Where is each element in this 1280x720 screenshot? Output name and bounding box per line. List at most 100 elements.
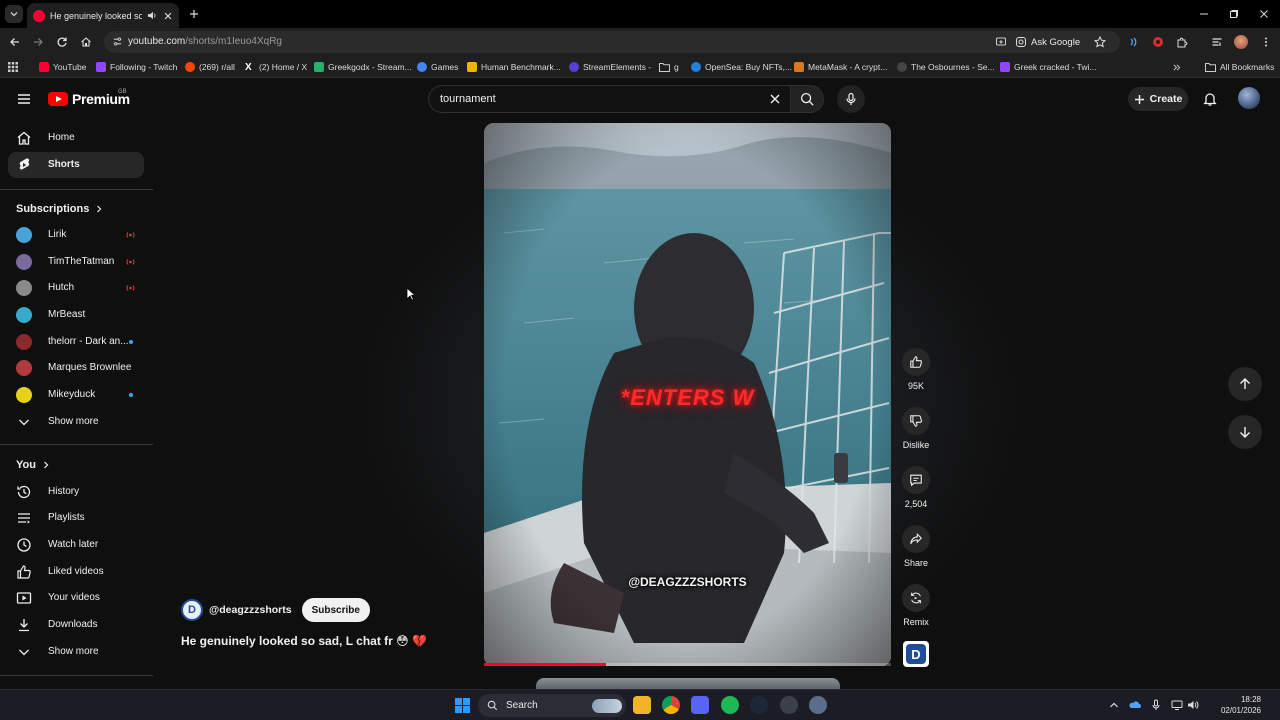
notifications-bell-icon[interactable] [1202, 91, 1218, 107]
subscription-item[interactable]: TimTheTatman [8, 249, 144, 275]
chrome-icon[interactable] [662, 696, 680, 714]
account-avatar[interactable] [1238, 87, 1260, 109]
subscription-item[interactable]: MrBeast [8, 302, 144, 328]
network-icon[interactable] [1171, 699, 1183, 711]
volume-icon[interactable] [1187, 699, 1199, 711]
channel-avatar[interactable]: D [181, 599, 203, 621]
bookmark-label: Greekgodx - Stream... [328, 62, 412, 72]
app-icon[interactable] [780, 696, 798, 714]
back-button[interactable] [7, 34, 23, 50]
discord-icon[interactable] [691, 696, 709, 714]
reload-icon [57, 37, 67, 47]
bookmark-item[interactable]: YouTube [39, 60, 86, 74]
remix-button[interactable]: Remix [898, 584, 934, 627]
like-button[interactable]: 95K [898, 348, 934, 391]
tab-search-button[interactable] [5, 5, 23, 23]
site-info-icon[interactable] [112, 36, 123, 47]
bookmark-item[interactable]: (269) r/all [185, 60, 235, 74]
comment-count: 2,504 [904, 499, 928, 509]
channel-thumbnail[interactable]: D [903, 641, 929, 667]
extension-wave-button[interactable] [1126, 34, 1142, 50]
sidebar-item-liked-videos[interactable]: Liked videos [8, 559, 144, 585]
home-button[interactable] [78, 34, 94, 50]
sidebar-item-watch-later[interactable]: Watch later [8, 532, 144, 558]
bookmark-item[interactable]: Following - Twitch [96, 60, 177, 74]
channel-handle[interactable]: @deagzzzshorts [209, 604, 292, 616]
clear-search-icon[interactable] [768, 92, 782, 106]
browser-menu-button[interactable] [1258, 34, 1274, 50]
search-input[interactable]: tournament [428, 85, 790, 113]
reload-button[interactable] [54, 34, 70, 50]
subscription-item[interactable]: Mikeyduck [8, 382, 144, 408]
sidebar-item-downloads[interactable]: Downloads [8, 612, 144, 638]
extensions-button[interactable] [1174, 34, 1190, 50]
short-video-player[interactable]: *ENTERS W @DEAGZZZSHORTS [484, 123, 891, 666]
voice-search-button[interactable] [837, 85, 865, 113]
subscription-item[interactable]: Marques Brownlee [8, 355, 144, 381]
close-window-button[interactable] [1248, 0, 1280, 28]
video-progress-bar[interactable] [484, 663, 891, 666]
subscribe-button[interactable]: Subscribe [301, 598, 370, 622]
browser-tab-active[interactable]: He genuinely looked so sad, L chat fr [27, 3, 179, 28]
hamburger-menu-icon[interactable] [16, 91, 32, 107]
more-bookmarks-button[interactable] [1172, 60, 1181, 74]
sidebar-item-shorts[interactable]: Shorts [8, 152, 144, 178]
bookmark-item[interactable]: MetaMask - A crypt... [794, 60, 887, 74]
subscriptions-heading[interactable]: Subscriptions [16, 203, 103, 215]
comment-icon [910, 474, 922, 487]
next-short-button[interactable] [1228, 415, 1262, 449]
apps-button[interactable] [8, 60, 18, 74]
speaker-icon[interactable] [147, 10, 158, 21]
bookmark-item[interactable]: X (2) Home / X [245, 60, 307, 74]
bookmark-item[interactable]: OpenSea: Buy NFTs,... [691, 60, 792, 74]
search-button[interactable] [790, 85, 824, 113]
tray-overflow-chevron-icon[interactable] [1108, 699, 1120, 711]
bookmark-item[interactable]: The Osbournes - Se... [897, 60, 995, 74]
show-more-subscriptions[interactable]: Show more [8, 409, 144, 435]
onedrive-icon[interactable] [1129, 699, 1141, 711]
sidebar-item-home[interactable]: Home [8, 125, 144, 151]
create-button[interactable]: Create [1128, 87, 1188, 111]
subscription-item[interactable]: Hutch [8, 275, 144, 301]
previous-short-button[interactable] [1228, 367, 1262, 401]
you-heading[interactable]: You [16, 459, 50, 471]
share-button[interactable]: Share [898, 525, 934, 568]
youtube-premium-logo[interactable]: Premium GB [48, 89, 130, 107]
spotify-icon[interactable] [721, 696, 739, 714]
restore-button[interactable] [1218, 0, 1250, 28]
all-bookmarks-button[interactable]: All Bookmarks [1205, 60, 1274, 74]
file-explorer-icon[interactable] [633, 696, 651, 714]
star-bookmark-icon[interactable] [1094, 36, 1106, 48]
bookmark-item[interactable]: Greek cracked - Twi... [1000, 60, 1097, 74]
bookmark-item[interactable]: StreamElements - [569, 60, 651, 74]
new-tab-button[interactable] [186, 6, 202, 22]
sidebar-item-playlists[interactable]: Playlists [8, 505, 144, 531]
comments-button[interactable]: 2,504 [898, 466, 934, 509]
install-app-icon[interactable] [995, 36, 1007, 48]
remix-label: Remix [903, 617, 929, 627]
system-clock[interactable]: 18:28 02/01/2026 [1203, 694, 1261, 716]
taskbar-search[interactable]: Search [478, 694, 626, 717]
forward-button[interactable] [30, 34, 46, 50]
profile-button[interactable] [1233, 34, 1249, 50]
subscription-item[interactable]: thelorr - Dark an... [8, 329, 144, 355]
close-tab-icon[interactable] [163, 11, 173, 21]
bookmark-item[interactable]: Greekgodx - Stream... [314, 60, 412, 74]
show-more-you[interactable]: Show more [8, 639, 144, 665]
subscription-item[interactable]: Lirik [8, 222, 144, 248]
app-icon[interactable] [809, 696, 827, 714]
windows-start-button[interactable] [455, 698, 470, 713]
ask-google-button[interactable]: Ask Google [1015, 35, 1080, 49]
tab-search-toolbar-button[interactable] [1209, 34, 1225, 50]
address-bar[interactable]: youtube.com/shorts/m1Ieuo4XqRg Ask Googl… [104, 31, 1120, 53]
bookmark-folder[interactable]: g [659, 60, 679, 74]
extension-red-button[interactable] [1150, 34, 1166, 50]
steam-icon[interactable] [750, 696, 768, 714]
sidebar-item-your-videos[interactable]: Your videos [8, 585, 144, 611]
sidebar-item-history[interactable]: History [8, 479, 144, 505]
bookmark-item[interactable]: Games [417, 60, 458, 74]
dislike-button[interactable]: Dislike [898, 407, 934, 450]
minimize-button[interactable] [1188, 0, 1220, 28]
microphone-tray-icon[interactable] [1150, 699, 1162, 711]
bookmark-item[interactable]: Human Benchmark... [467, 60, 561, 74]
